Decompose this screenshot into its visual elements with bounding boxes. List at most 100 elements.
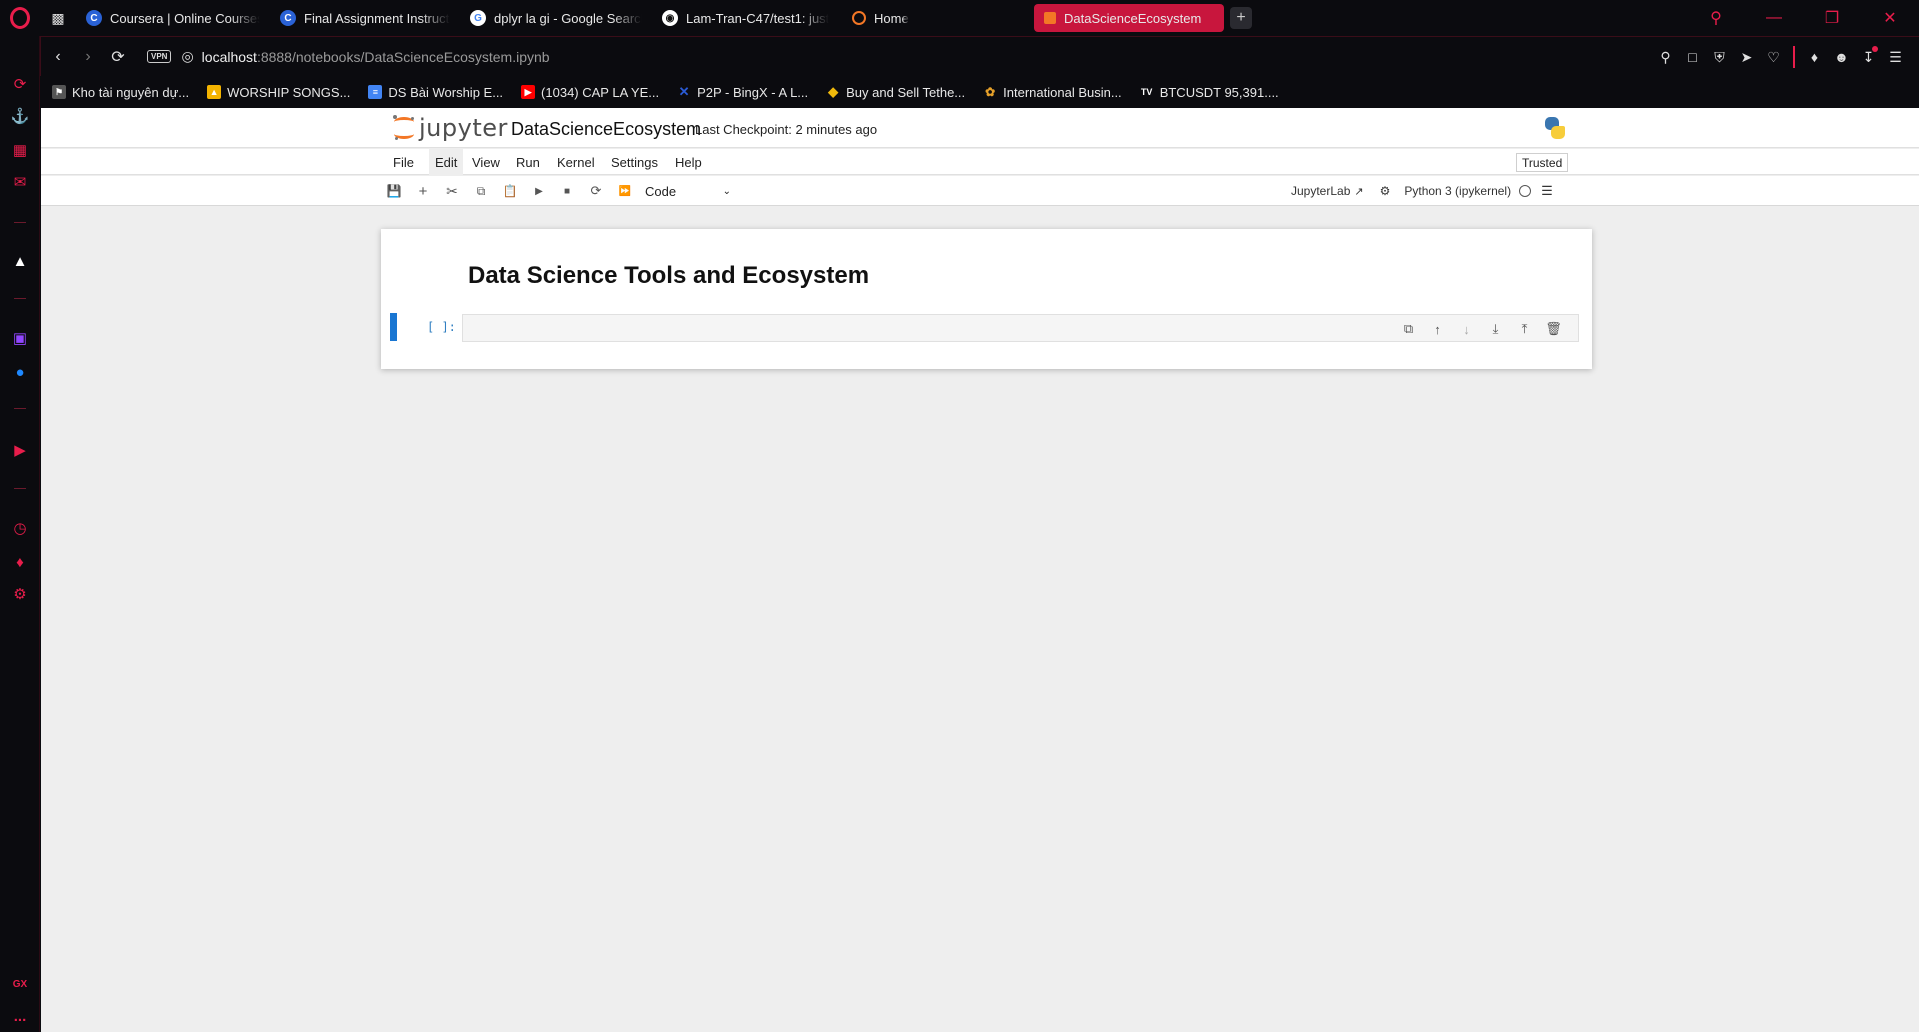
address-bar-actions: ⚲ □ ⛨ ➤ ♡ ♦ ☻ ↧ ☰	[1652, 37, 1909, 77]
history-icon[interactable]: ◷	[10, 518, 30, 538]
bookmark-item[interactable]: ◆ Buy and Sell Tethe...	[826, 84, 965, 100]
menu-edit[interactable]: Edit	[429, 149, 464, 175]
heart-icon[interactable]: ♡	[1760, 44, 1787, 71]
menu-settings[interactable]: Settings	[605, 149, 664, 175]
gx-control-icon[interactable]: ⚓	[10, 106, 30, 126]
bookmark-item[interactable]: ▲ WORSHIP SONGS...	[207, 85, 350, 100]
bookmark-item[interactable]: ✿ International Busin...	[983, 85, 1122, 100]
tab-strip: ▩ C Coursera | Online Courses C Final As…	[0, 0, 1919, 36]
menu-icon[interactable]: ☰	[1541, 183, 1553, 199]
code-cell-input[interactable]: ⧉ ↑ ↓ ⤓ ⤒ 🗑	[462, 314, 1579, 342]
extensions-icon[interactable]: ♦	[10, 552, 30, 572]
url-field[interactable]: localhost:8888/notebooks/DataScienceEcos…	[202, 49, 550, 65]
pin-icon[interactable]: ⚲	[1652, 44, 1679, 71]
adblock-shield-icon[interactable]: ⛨	[1706, 44, 1733, 71]
menu-run[interactable]: Run	[510, 149, 546, 175]
bookmark-item[interactable]: ✕ P2P - BingX - A L...	[677, 84, 809, 100]
menu-help[interactable]: Help	[669, 149, 708, 175]
tab-github[interactable]: ◉ Lam-Tran-C47/test1: just	[652, 4, 842, 32]
forward-icon[interactable]: ›	[75, 44, 101, 70]
address-bar-row: ‹ › ⟳ VPN ◎ localhost:8888/notebooks/Dat…	[40, 36, 1919, 76]
markdown-heading[interactable]: Data Science Tools and Ecosystem	[468, 262, 869, 290]
coursera-icon: C	[86, 10, 102, 26]
duplicate-cell-icon[interactable]: ⧉	[1394, 315, 1423, 343]
extensions-puzzle-icon[interactable]: ♦	[1801, 44, 1828, 71]
toolbar-separator	[1793, 46, 1795, 68]
tab-home[interactable]: Home	[842, 4, 1026, 32]
menu-view[interactable]: View	[466, 149, 506, 175]
move-down-icon[interactable]: ↓	[1452, 315, 1481, 343]
notebook-icon	[1044, 12, 1056, 24]
delete-cell-icon[interactable]: 🗑	[1539, 315, 1568, 343]
insert-above-icon[interactable]: ⤓	[1481, 315, 1510, 343]
bookmark-item[interactable]: ▶ (1034) CAP LA YE...	[521, 85, 659, 100]
cell-type-select[interactable]: Code ⌄	[641, 181, 731, 201]
tab-coursera[interactable]: C Coursera | Online Courses	[76, 4, 270, 32]
player-icon[interactable]: ▶	[10, 440, 30, 460]
move-up-icon[interactable]: ↑	[1423, 315, 1452, 343]
search-tabs-icon[interactable]: ⚲	[1687, 0, 1745, 36]
jupyter-logo[interactable]: jupyter	[393, 114, 508, 142]
window-controls: ⚲ — ❐ ✕	[1687, 0, 1919, 36]
insert-below-icon[interactable]: ⤒	[1510, 315, 1539, 343]
gx-corner-icon[interactable]: ▦	[10, 140, 30, 160]
gx-label[interactable]: GX	[10, 974, 30, 994]
new-tab-button[interactable]: +	[1230, 7, 1252, 29]
opera-gx-logo-icon[interactable]	[0, 0, 40, 36]
bookmark-item[interactable]: ≡ DS Bài Worship E...	[368, 85, 503, 100]
send-icon[interactable]: ➤	[1733, 44, 1760, 71]
site-info-icon[interactable]: ◎	[181, 48, 193, 65]
debugger-icon[interactable]: ⚙	[1380, 184, 1391, 198]
tab-title: Lam-Tran-C47/test1: just	[686, 10, 830, 26]
cut-icon[interactable]: ✂	[441, 180, 463, 202]
minimize-icon[interactable]: —	[1745, 0, 1803, 36]
bookmark-item[interactable]: TV BTCUSDT 95,391....	[1140, 85, 1279, 100]
sidebar: ⟳ ⚓ ▦ ✉ ▲ ▣ ● ▶ ◷ ♦ ⚙ GX ...	[0, 36, 40, 1032]
paste-icon[interactable]: 📋	[499, 180, 521, 202]
tab-islands-icon[interactable]: ▩	[40, 0, 76, 36]
aria-icon[interactable]: ▲	[10, 251, 30, 271]
menu-kernel[interactable]: Kernel	[551, 149, 601, 175]
jupyter-wordmark: jupyter	[419, 114, 508, 142]
reload-icon[interactable]: ⟳	[105, 44, 131, 70]
bookmark-icon: ⚑	[52, 85, 66, 99]
more-icon[interactable]: ...	[10, 1006, 30, 1026]
profile-icon[interactable]: ☻	[1828, 44, 1855, 71]
tab-datascienceecosystem[interactable]: DataScienceEcosystem	[1034, 4, 1224, 32]
vpn-badge[interactable]: VPN	[147, 50, 172, 63]
jupyterlab-link[interactable]: JupyterLab	[1291, 184, 1350, 198]
close-icon[interactable]: ✕	[1861, 0, 1919, 36]
notebook-title[interactable]: DataScienceEcosystem	[511, 119, 701, 140]
snapshot-icon[interactable]: □	[1679, 44, 1706, 71]
settings-gear-icon[interactable]: ⚙	[10, 584, 30, 604]
youtube-icon: ▶	[521, 85, 536, 99]
run-icon[interactable]: ▶	[528, 180, 550, 202]
back-icon[interactable]: ‹	[45, 44, 71, 70]
bingx-icon: ✕	[678, 84, 690, 99]
save-icon[interactable]: 💾	[383, 180, 405, 202]
downloads-icon[interactable]: ↧	[1855, 44, 1882, 71]
tab-google-search[interactable]: G dplyr la gi - Google Search	[460, 4, 652, 32]
toolbar-right: JupyterLab ↗ ⚙ Python 3 (ipykernel) ☰	[1291, 176, 1553, 206]
easy-setup-menu-icon[interactable]: ☰	[1882, 44, 1909, 71]
insert-cell-icon[interactable]: +	[412, 180, 434, 202]
menu-file[interactable]: File	[387, 149, 420, 175]
restart-run-all-icon[interactable]: ⏩	[614, 180, 636, 202]
copy-icon[interactable]: ⧉	[470, 180, 492, 202]
restore-icon[interactable]: ❐	[1803, 0, 1861, 36]
google-drive-icon: ▲	[207, 85, 222, 99]
google-icon: G	[470, 10, 486, 26]
interrupt-icon[interactable]: ■	[556, 180, 578, 202]
messenger-icon[interactable]: ●	[10, 362, 30, 382]
twitch-icon[interactable]: ▣	[10, 328, 30, 348]
kernel-name[interactable]: Python 3 (ipykernel)	[1404, 184, 1511, 198]
gmail-icon[interactable]: ✉	[10, 172, 30, 192]
tab-final-assignment[interactable]: C Final Assignment Instructions	[270, 4, 460, 32]
trusted-indicator[interactable]: Trusted	[1516, 153, 1569, 172]
external-link-icon[interactable]: ↗	[1354, 185, 1363, 198]
speed-dial-icon[interactable]: ⟳	[10, 74, 30, 94]
github-icon: ◉	[662, 10, 678, 26]
restart-icon[interactable]: ⟳	[585, 180, 607, 202]
browser-window: ▩ C Coursera | Online Courses C Final As…	[0, 0, 1919, 1032]
bookmark-item[interactable]: ⚑ Kho tài nguyên dự...	[52, 85, 189, 100]
